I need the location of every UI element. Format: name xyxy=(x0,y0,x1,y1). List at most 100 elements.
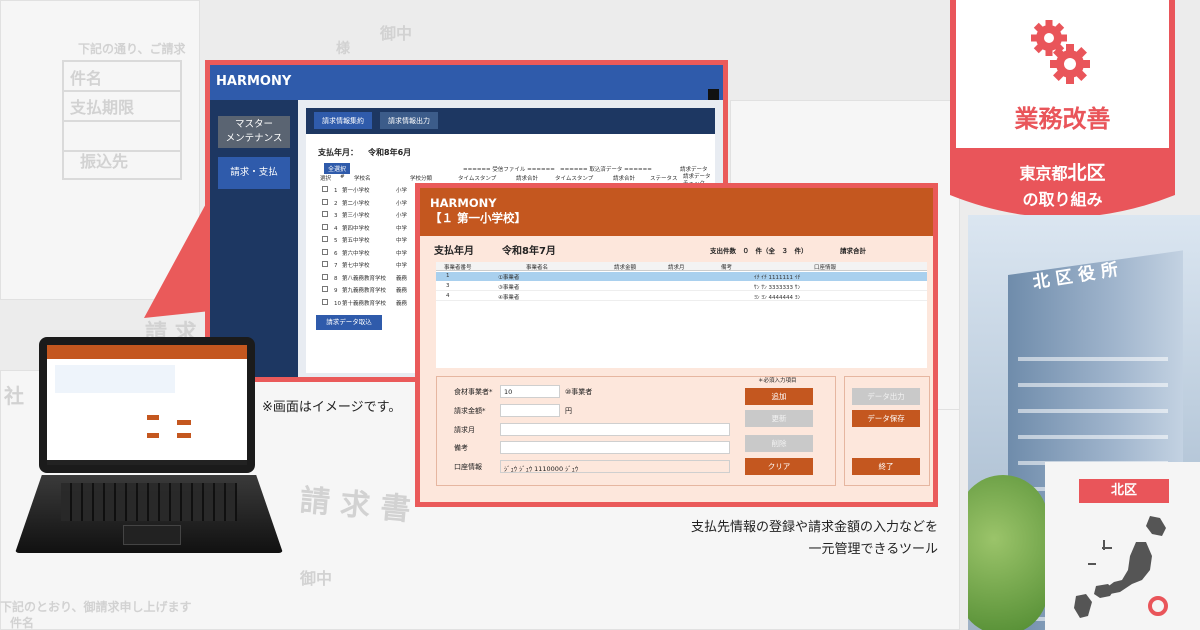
table-row[interactable]: 6 第六中学校 中学 xyxy=(318,248,408,257)
row-number: 8 xyxy=(334,275,338,282)
column-header: 学校名 xyxy=(354,176,371,182)
touchpad xyxy=(123,525,181,545)
japan-map-icon xyxy=(1074,516,1168,618)
banner-title: 業務改善 xyxy=(1014,105,1111,133)
row-checkbox[interactable] xyxy=(322,186,328,192)
harmony-window-school-detail: HARMONY 【１ 第一小学校】 支払年月 令和8年7月 支出件数 ０ 件（全… xyxy=(415,183,938,507)
school-category: 中学 xyxy=(396,250,408,257)
title-bar: HARMONY 【１ 第一小学校】 xyxy=(420,188,933,236)
mini-taskbar xyxy=(47,460,247,465)
table-row[interactable]: 4 ④事業者 ﾖﾝ ﾖﾝ 4444444 ﾖﾝ xyxy=(436,292,927,301)
background-text: 様 xyxy=(336,41,350,57)
keyboard-keys xyxy=(61,483,237,521)
sidebar-item-master-maintenance[interactable]: マスター メンテナンス xyxy=(218,116,290,148)
column-header: 請求合計 xyxy=(516,176,539,182)
school-category: 義務 xyxy=(396,300,408,307)
account-label: 口座情報 xyxy=(454,463,482,471)
month-input[interactable] xyxy=(500,423,730,436)
table-row[interactable]: 10第十義務教育学校 義務 xyxy=(318,298,408,307)
amount-input[interactable] xyxy=(500,404,560,417)
vendor-number: 3 xyxy=(446,283,450,289)
school-name: 第五中学校 xyxy=(342,238,370,244)
background-text: 振込先 xyxy=(80,152,129,171)
row-number: 6 xyxy=(334,250,338,257)
column-header: # xyxy=(340,174,345,180)
row-number: 3 xyxy=(334,213,338,219)
import-invoice-data-button[interactable]: 請求データ取込 xyxy=(316,315,382,330)
column-header: 口座情報 xyxy=(814,265,837,271)
column-header: 請求月 xyxy=(668,265,685,271)
table-row[interactable]: 1 ①事業者 ｲﾁ ｲﾁ 1111111 ｲﾁ xyxy=(436,272,927,281)
pay-month-value: 令和8年7月 xyxy=(502,246,556,257)
row-checkbox[interactable] xyxy=(322,298,328,305)
vendor-select[interactable]: 10 xyxy=(500,385,560,398)
group-header: ====== 取込済データ ====== xyxy=(560,167,652,173)
school-name: 第八義務教育学校 xyxy=(342,275,387,282)
clear-button[interactable]: クリア xyxy=(745,458,813,475)
row-number: 9 xyxy=(334,288,338,294)
column-header: タイムスタンプ xyxy=(555,176,594,182)
table-row[interactable]: 9 第九義務教育学校 義務 xyxy=(318,286,407,294)
data-output-button[interactable]: データ出力 xyxy=(852,388,920,405)
tab-invoice-aggregate[interactable]: 請求情報集約 xyxy=(314,112,372,129)
school-name: 第六中学校 xyxy=(342,250,370,257)
table-row[interactable]: 4 第四中学校 中学 xyxy=(318,223,408,232)
update-button[interactable]: 更新 xyxy=(745,410,813,427)
school-name: 第二小学校 xyxy=(342,200,370,207)
vendor-label: 食材事業者* xyxy=(454,388,493,396)
row-checkbox[interactable] xyxy=(322,236,328,242)
row-number: 7 xyxy=(334,263,338,269)
data-save-button[interactable]: データ保存 xyxy=(852,410,920,427)
row-number: 4 xyxy=(334,225,338,232)
window-control[interactable] xyxy=(708,89,719,100)
table-row[interactable]: 5 第五中学校 中学 xyxy=(318,236,407,244)
table-row[interactable]: 1 第一小学校 小学 xyxy=(318,186,407,194)
note-input[interactable] xyxy=(500,441,730,454)
table-row[interactable]: 7 第七中学校 中学 xyxy=(318,261,407,269)
gears-icon xyxy=(1025,18,1095,88)
row-checkbox[interactable] xyxy=(322,223,328,230)
vendor-number: 4 xyxy=(446,293,450,299)
add-button[interactable]: 追加 xyxy=(745,388,813,405)
mini-form xyxy=(55,365,175,393)
select-all-button[interactable]: 全選択 xyxy=(324,163,351,174)
school-category: 中学 xyxy=(396,238,408,244)
invoice-total-label: 請求合計 xyxy=(840,247,866,255)
school-category: 義務 xyxy=(396,288,408,294)
row-checkbox[interactable] xyxy=(322,261,328,267)
vendor-name-display: ⑩事業者 xyxy=(565,388,593,396)
row-checkbox[interactable] xyxy=(322,211,328,217)
tab-invoice-output[interactable]: 請求情報出力 xyxy=(380,112,438,129)
school-name: 第九義務教育学校 xyxy=(342,288,387,294)
school-category: 小学 xyxy=(396,200,408,207)
table-row[interactable]: 8 第八義務教育学校 義務 xyxy=(318,273,407,282)
column-header: 選択 xyxy=(320,176,332,182)
amount-unit: 円 xyxy=(565,407,572,415)
background-text: 御中 xyxy=(380,24,413,43)
row-checkbox[interactable] xyxy=(322,286,328,292)
delete-button[interactable]: 削除 xyxy=(745,435,813,452)
row-checkbox[interactable] xyxy=(322,248,328,255)
background-text: 御中 xyxy=(300,569,333,588)
table-row[interactable]: 2 第二小学校 小学 xyxy=(318,198,408,207)
column-header: 請求合計 xyxy=(613,176,636,182)
column-header: 請求金額 xyxy=(614,265,637,271)
table-row[interactable]: 3 ③事業者 ｻﾝ ｻﾝ 3333333 ｻﾝ xyxy=(436,282,927,291)
banner-ward: 北区 xyxy=(1067,162,1106,184)
school-category: 小学 xyxy=(396,213,408,219)
column-header: タイムスタンプ xyxy=(458,176,497,182)
column-header: ステータス xyxy=(650,176,678,182)
mini-button xyxy=(147,433,159,438)
row-checkbox[interactable] xyxy=(322,273,328,280)
school-category: 中学 xyxy=(396,225,408,232)
table-row[interactable]: 3 第三小学校 小学 xyxy=(318,211,407,219)
sidebar-item-billing-payment[interactable]: 請求・支払 xyxy=(218,157,290,189)
school-category: 小学 xyxy=(396,188,408,194)
app-title: HARMONY xyxy=(430,196,497,210)
laptop-screen-display xyxy=(47,345,247,465)
row-checkbox[interactable] xyxy=(322,198,328,205)
school-title: 【１ 第一小学校】 xyxy=(430,211,527,225)
end-button[interactable]: 終了 xyxy=(852,458,920,475)
month-label: 請求月 xyxy=(454,426,475,434)
account-info: ﾖﾝ ﾖﾝ 4444444 ﾖﾝ xyxy=(754,295,801,301)
